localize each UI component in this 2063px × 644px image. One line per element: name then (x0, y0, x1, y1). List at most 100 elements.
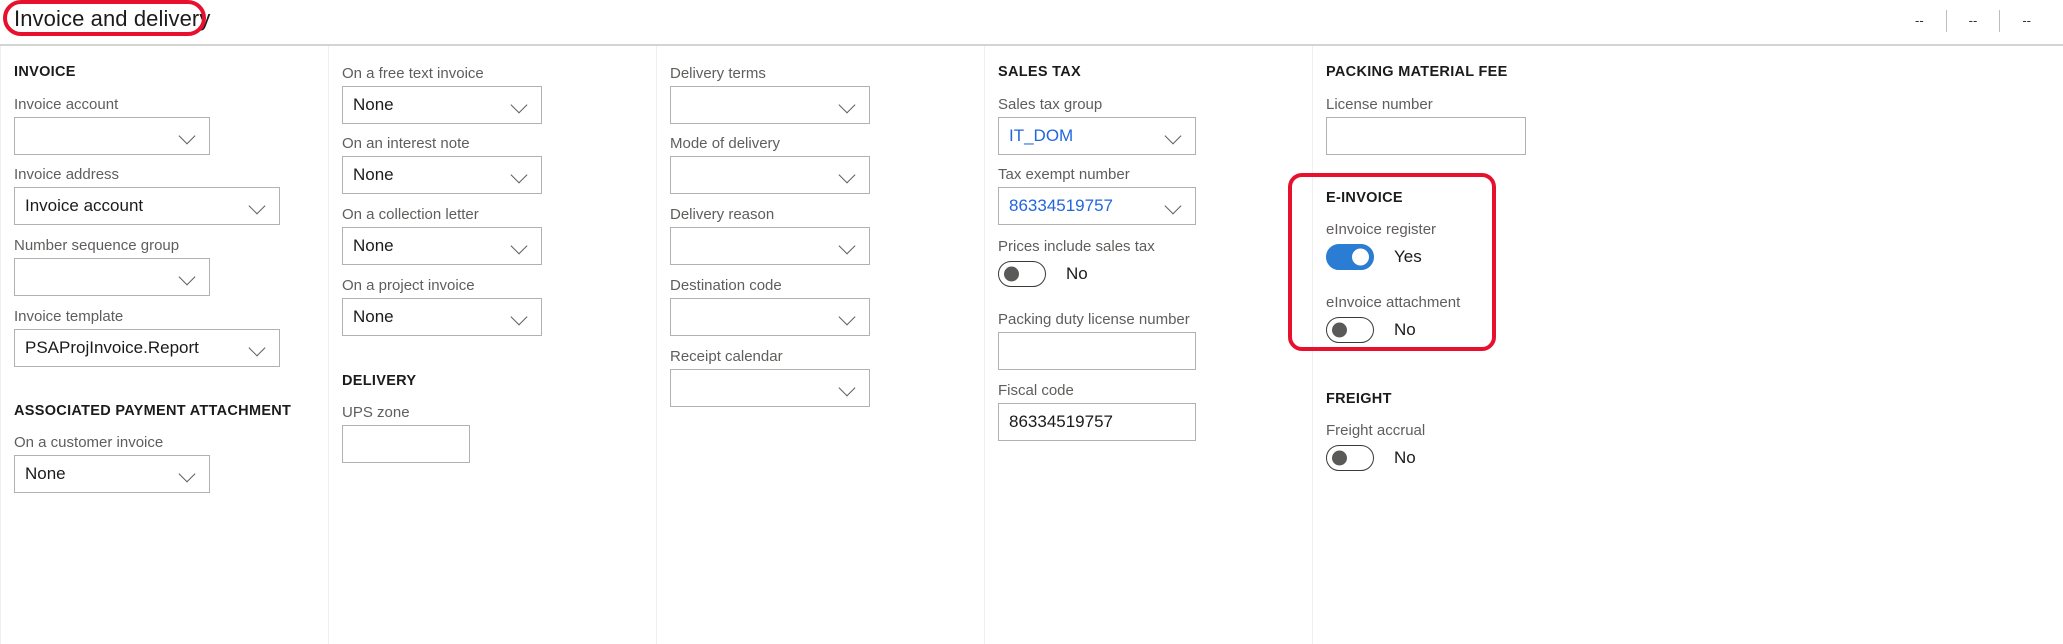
input-invoice-template[interactable]: PSAProjInvoice.Report (14, 329, 280, 367)
input-destination-code[interactable] (670, 298, 870, 336)
field-delivery-reason: Delivery reason (670, 206, 870, 265)
field-prices-include-sales-tax: Prices include sales tax No (998, 238, 1228, 289)
column-divider-1 (0, 46, 1, 644)
field-fiscal-code: Fiscal code 86334519757 (998, 382, 1196, 441)
chevron-down-icon[interactable] (509, 164, 531, 186)
input-number-sequence-group[interactable] (14, 258, 210, 296)
value-invoice-template: PSAProjInvoice.Report (25, 338, 199, 357)
field-destination-code: Destination code (670, 277, 870, 336)
label-invoice-template: Invoice template (14, 308, 124, 325)
chevron-down-icon[interactable] (837, 235, 859, 257)
group-title-sales-tax: SALES TAX (998, 64, 1081, 80)
chevron-down-icon[interactable] (177, 266, 199, 288)
input-fiscal-code[interactable]: 86334519757 (998, 403, 1196, 441)
group-title-freight: FREIGHT (1326, 391, 1392, 407)
field-receipt-calendar: Receipt calendar (670, 348, 870, 407)
input-mode-of-delivery[interactable] (670, 156, 870, 194)
label-ups-zone: UPS zone (342, 404, 410, 421)
value-on-a-customer-invoice: None (25, 464, 66, 483)
header-action-1[interactable]: -- (1893, 8, 1946, 34)
toggle-einvoice-attachment[interactable] (1326, 317, 1374, 343)
toggle-einvoice-register[interactable] (1326, 244, 1374, 270)
label-einvoice-attachment: eInvoice attachment (1326, 294, 1461, 311)
toggle-knob (1004, 266, 1019, 282)
column-divider-5 (1312, 46, 1313, 644)
toggle-knob (1352, 248, 1369, 266)
header-action-2[interactable]: -- (1947, 8, 2000, 34)
value-on-a-collection-letter: None (353, 236, 394, 255)
input-sales-tax-group[interactable]: IT_DOM (998, 117, 1196, 155)
chevron-down-icon[interactable] (247, 337, 269, 359)
value-sales-tax-group[interactable]: IT_DOM (1005, 126, 1163, 146)
toggle-state-freight-accrual: No (1394, 448, 1416, 467)
input-on-a-customer-invoice[interactable]: None (14, 455, 210, 493)
input-ups-zone[interactable] (342, 425, 470, 463)
column-divider-4 (984, 46, 985, 644)
page-header: Invoice and delivery -- -- -- (0, 0, 2063, 46)
label-tax-exempt-number: Tax exempt number (998, 166, 1130, 183)
label-delivery-reason: Delivery reason (670, 206, 775, 223)
label-destination-code: Destination code (670, 277, 782, 294)
toggle-state-prices-include-sales-tax: No (1066, 264, 1088, 283)
input-on-an-interest-note[interactable]: None (342, 156, 542, 194)
chevron-down-icon[interactable] (837, 94, 859, 116)
input-receipt-calendar[interactable] (670, 369, 870, 407)
group-title-invoice: INVOICE (14, 64, 76, 80)
input-on-a-project-invoice[interactable]: None (342, 298, 542, 336)
input-invoice-account[interactable] (14, 117, 210, 155)
field-freight-accrual: Freight accrual No (1326, 422, 1526, 473)
input-invoice-address[interactable]: Invoice account (14, 187, 280, 225)
input-delivery-terms[interactable] (670, 86, 870, 124)
label-invoice-address: Invoice address (14, 166, 120, 183)
toggle-row-freight-accrual: No (1326, 443, 1526, 473)
column-delivery: Delivery terms Mode of delivery Delivery… (656, 46, 984, 644)
label-mode-of-delivery: Mode of delivery (670, 135, 781, 152)
field-on-a-customer-invoice: On a customer invoice None (14, 434, 210, 493)
label-delivery-terms: Delivery terms (670, 65, 766, 82)
value-on-a-free-text-invoice: None (353, 95, 394, 114)
toggle-knob (1332, 450, 1347, 466)
label-invoice-account: Invoice account (14, 96, 119, 113)
page-title: Invoice and delivery (14, 6, 211, 31)
input-license-number[interactable] (1326, 117, 1526, 155)
label-packing-duty-license-number: Packing duty license number (998, 311, 1190, 328)
toggle-prices-include-sales-tax[interactable] (998, 261, 1046, 287)
field-sales-tax-group: Sales tax group IT_DOM (998, 96, 1196, 155)
label-sales-tax-group: Sales tax group (998, 96, 1103, 113)
field-delivery-terms: Delivery terms (670, 65, 870, 124)
label-on-an-interest-note: On an interest note (342, 135, 470, 152)
chevron-down-icon[interactable] (177, 125, 199, 147)
toggle-row-einvoice-register: Yes (1326, 242, 1526, 272)
label-on-a-project-invoice: On a project invoice (342, 277, 475, 294)
field-license-number: License number (1326, 96, 1526, 155)
chevron-down-icon[interactable] (837, 377, 859, 399)
input-tax-exempt-number[interactable]: 86334519757 (998, 187, 1196, 225)
value-on-a-project-invoice: None (353, 307, 394, 326)
label-freight-accrual: Freight accrual (1326, 422, 1426, 439)
chevron-down-icon[interactable] (509, 306, 531, 328)
field-number-sequence-group: Number sequence group (14, 237, 210, 296)
input-on-a-collection-letter[interactable]: None (342, 227, 542, 265)
column-attachments: On a free text invoice None On an intere… (328, 46, 656, 644)
field-einvoice-attachment: eInvoice attachment No (1326, 294, 1526, 345)
chevron-down-icon[interactable] (509, 94, 531, 116)
label-on-a-customer-invoice: On a customer invoice (14, 434, 164, 451)
chevron-down-icon[interactable] (1163, 125, 1185, 147)
chevron-down-icon[interactable] (837, 164, 859, 186)
chevron-down-icon[interactable] (837, 306, 859, 328)
chevron-down-icon[interactable] (247, 195, 269, 217)
value-invoice-address: Invoice account (25, 196, 144, 215)
column-divider-2 (328, 46, 329, 644)
toggle-row-einvoice-attachment: No (1326, 315, 1526, 345)
toggle-state-einvoice-register: Yes (1394, 247, 1422, 266)
chevron-down-icon[interactable] (509, 235, 531, 257)
chevron-down-icon[interactable] (1163, 195, 1185, 217)
input-delivery-reason[interactable] (670, 227, 870, 265)
column-divider-3 (656, 46, 657, 644)
input-packing-duty-license-number[interactable] (998, 332, 1196, 370)
toggle-freight-accrual[interactable] (1326, 445, 1374, 471)
input-on-a-free-text-invoice[interactable]: None (342, 86, 542, 124)
value-tax-exempt-number[interactable]: 86334519757 (1005, 196, 1163, 216)
header-action-3[interactable]: -- (2000, 8, 2053, 34)
chevron-down-icon[interactable] (177, 463, 199, 485)
